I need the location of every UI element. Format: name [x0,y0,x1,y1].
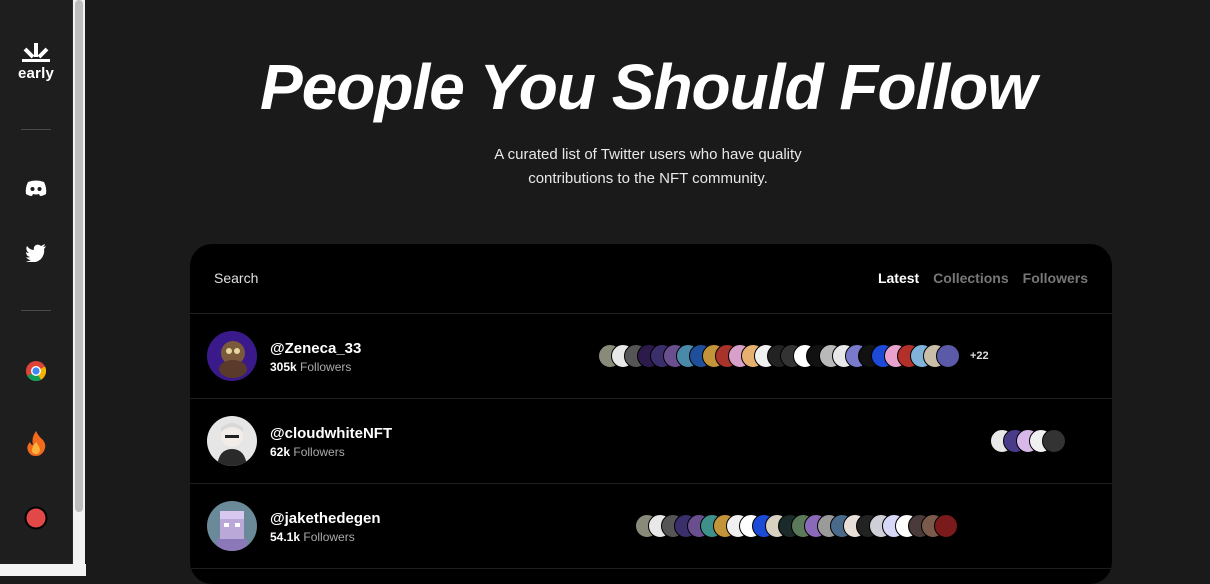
early-logo[interactable]: early [0,40,72,82]
sidebar-divider [21,310,51,311]
sidebar-divider [21,129,51,130]
follower-number: 305k [270,360,297,374]
collection-thumbnail[interactable] [934,514,958,538]
subtitle-line-2: contributions to the NFT community. [528,170,768,187]
follower-number: 54.1k [270,530,301,544]
scrollbar-thumb[interactable] [75,0,83,512]
user-row[interactable]: @Zeneca_33 305k Followers +22 [190,314,1112,399]
user-row[interactable]: @cloudwhiteNFT 62k Followers [190,399,1112,484]
collection-thumbnails [635,514,958,538]
logo-text: early [17,65,55,82]
avatar [207,331,257,381]
follower-count: 62k Followers [270,445,345,459]
tab-latest[interactable]: Latest [878,270,919,286]
user-handle[interactable]: @jakethedegen [270,510,381,527]
follower-number: 62k [270,445,291,459]
discord-icon[interactable] [24,176,48,200]
search-input[interactable]: Search [214,270,258,286]
tab-followers[interactable]: Followers [1023,270,1088,286]
filter-tabs: Latest Collections Followers [878,270,1088,286]
fire-icon[interactable] [24,431,48,456]
tab-collections[interactable]: Collections [933,270,1008,286]
sunrise-logo-icon [22,43,50,63]
avatar [207,501,257,551]
user-handle[interactable]: @Zeneca_33 [270,340,361,357]
subtitle-line-1: A curated list of Twitter users who have… [494,146,802,163]
more-collections-count[interactable]: +22 [970,350,989,362]
sidebar: early [0,0,73,564]
user-row[interactable]: @jakethedegen 54.1k Followers [190,484,1112,569]
follower-count: 54.1k Followers [270,530,355,544]
page-subtitle: A curated list of Twitter users who have… [448,143,848,191]
record-icon[interactable] [24,506,48,530]
follower-label: Followers [293,445,345,459]
collection-thumbnails: +22 [598,344,989,368]
follower-label: Followers [303,530,355,544]
collection-thumbnails [990,429,1066,453]
card-header: Search Latest Collections Followers [190,244,1112,314]
window-bottom-strip [0,564,86,576]
avatar [207,416,257,466]
page-title: People You Should Follow [260,51,1037,123]
collection-thumbnail[interactable] [936,344,960,368]
people-list-card: Search Latest Collections Followers @Zen… [190,244,1112,584]
chrome-icon[interactable] [24,359,48,383]
collection-thumbnail[interactable] [1042,429,1066,453]
twitter-icon[interactable] [24,241,48,265]
follower-label: Followers [300,360,352,374]
main-content: People You Should Follow A curated list … [86,0,1210,584]
follower-count: 305k Followers [270,360,351,374]
user-handle[interactable]: @cloudwhiteNFT [270,425,392,442]
